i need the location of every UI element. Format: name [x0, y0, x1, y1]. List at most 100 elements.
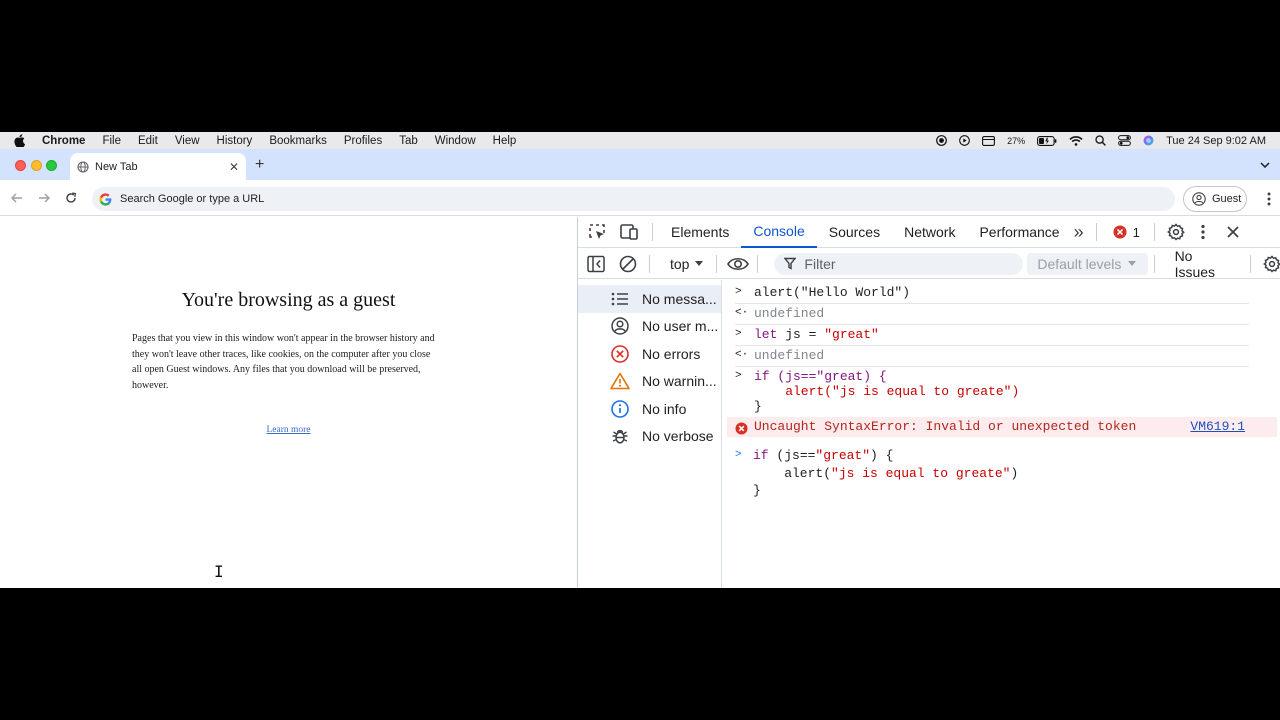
code-text: alert(	[753, 465, 832, 481]
reload-icon[interactable]	[63, 190, 79, 206]
menu-app-chrome[interactable]: Chrome	[42, 135, 85, 147]
sidebar-toggle-icon[interactable]	[587, 255, 605, 273]
prompt-chevron-icon: >	[735, 449, 742, 461]
sidebar-item-verbose[interactable]: No verbose	[578, 423, 721, 451]
sidebar-item-label: No errors	[642, 345, 701, 362]
google-icon	[99, 192, 112, 206]
console-settings-gear-icon[interactable]	[1263, 254, 1280, 273]
menu-bar: Chrome File Edit View History Bookmarks …	[0, 132, 1280, 149]
tab-console[interactable]: Console	[741, 217, 817, 248]
menu-help[interactable]: Help	[493, 135, 517, 147]
menu-window[interactable]: Window	[435, 135, 476, 147]
input-chevron-icon: >	[735, 370, 742, 382]
console-entry: > let js = "great"	[735, 325, 1249, 346]
guest-description: Pages that you view in this window won't…	[132, 333, 435, 391]
devtools-menu-icon[interactable]	[1201, 224, 1205, 240]
omnibox-input[interactable]	[120, 193, 1020, 205]
page-title: You're browsing as a guest	[181, 289, 396, 311]
battery-icon[interactable]	[1037, 135, 1057, 146]
guest-page: You're browsing as a guest Pages that yo…	[0, 217, 577, 588]
code-line: alert("js is equal to greate")	[754, 384, 1020, 399]
battery-percent: 27%	[1007, 135, 1026, 146]
settings-gear-icon[interactable]	[1166, 223, 1185, 241]
window-zoom-button[interactable]	[46, 160, 57, 171]
clear-console-icon[interactable]	[619, 255, 637, 273]
menu-edit[interactable]: Edit	[138, 135, 158, 147]
window-close-button[interactable]	[15, 160, 26, 171]
console-prompt[interactable]: > if (js=="great") { alert("js is equal …	[735, 445, 1280, 500]
dropdown-triangle-icon	[1128, 261, 1137, 266]
error-count-badge[interactable]: 1	[1113, 225, 1140, 240]
new-tab-button[interactable]: +	[255, 156, 264, 174]
sidebar-item-messages[interactable]: No messa...	[578, 285, 721, 313]
input-chevron-icon: >	[735, 328, 742, 340]
menu-file[interactable]: File	[102, 135, 121, 147]
back-arrow-icon[interactable]	[9, 190, 25, 206]
sidebar-item-user-messages[interactable]: No user m...	[578, 313, 721, 341]
menu-tab[interactable]: Tab	[399, 135, 418, 147]
sidebar-item-label: No verbose	[642, 428, 714, 445]
error-message: Uncaught SyntaxError: Invalid or unexpec…	[754, 419, 1137, 434]
console-result-value: undefined	[754, 306, 825, 321]
filter-placeholder: Filter	[804, 255, 836, 272]
sidebar-item-info[interactable]: No info	[578, 395, 721, 423]
browser-toolbar: Guest	[0, 180, 1280, 216]
window-minimize-button[interactable]	[31, 160, 42, 171]
live-expression-eye-icon[interactable]	[727, 256, 750, 272]
issues-button[interactable]: No Issues	[1175, 248, 1236, 280]
more-tabs-chevron-icon[interactable]: »	[1074, 222, 1084, 243]
profile-avatar-icon	[1192, 192, 1206, 206]
result-arrow-icon: <·	[735, 349, 749, 361]
error-icon	[1113, 225, 1127, 239]
clock[interactable]: Tue 24 Sep 9:02 AM	[1166, 135, 1266, 147]
display-icon[interactable]	[982, 135, 996, 146]
menu-history[interactable]: History	[217, 135, 253, 147]
menu-view[interactable]: View	[175, 135, 200, 147]
dropdown-triangle-icon	[695, 261, 704, 266]
siri-icon[interactable]	[1143, 135, 1154, 146]
close-devtools-icon[interactable]	[1227, 226, 1239, 238]
tab-new-tab[interactable]: New Tab ✕	[70, 153, 246, 180]
log-levels-dropdown[interactable]: Default levels	[1027, 252, 1148, 275]
context-selector[interactable]: top	[670, 256, 704, 272]
apple-icon[interactable]	[14, 134, 28, 147]
code-text: (js==	[768, 448, 816, 463]
console-output[interactable]: > alert("Hello World") <· undefined > le…	[723, 280, 1280, 588]
spotlight-icon[interactable]	[1095, 135, 1107, 146]
menu-bookmarks[interactable]: Bookmarks	[269, 135, 327, 147]
tab-sources[interactable]: Sources	[817, 217, 892, 248]
chrome-menu-icon[interactable]	[1267, 192, 1271, 206]
omnibox[interactable]	[92, 187, 1175, 211]
input-chevron-icon: >	[735, 286, 742, 298]
filter-input[interactable]: Filter	[774, 252, 1024, 275]
divider	[1250, 254, 1251, 273]
inspect-element-icon[interactable]	[588, 223, 606, 241]
console-result: <· undefined	[735, 346, 1249, 367]
menu-profiles[interactable]: Profiles	[344, 135, 382, 147]
forward-arrow-icon[interactable]	[36, 190, 52, 206]
tab-performance[interactable]: Performance	[967, 217, 1071, 248]
record-icon[interactable]	[936, 135, 947, 146]
close-tab-icon[interactable]: ✕	[229, 160, 239, 174]
play-icon[interactable]	[959, 135, 970, 146]
tab-strip: New Tab ✕ +	[0, 149, 1280, 180]
code-string: "js is equal to greate"	[831, 465, 1011, 481]
learn-more-link[interactable]: Learn more	[0, 425, 577, 435]
profile-guest-button[interactable]: Guest	[1183, 186, 1247, 212]
wifi-icon[interactable]	[1069, 135, 1083, 146]
code-text: }	[753, 483, 761, 498]
tab-title: New Tab	[95, 160, 138, 173]
error-icon	[610, 344, 630, 364]
tab-network[interactable]: Network	[892, 217, 967, 248]
code-line: if (js=="great) {	[754, 369, 887, 384]
sidebar-item-warnings[interactable]: No warnin...	[578, 368, 721, 396]
divider	[1153, 254, 1155, 273]
tab-elements[interactable]: Elements	[659, 217, 741, 248]
console-result: <· undefined	[735, 304, 1249, 325]
device-toolbar-icon[interactable]	[620, 224, 638, 240]
tab-search-chevron-icon[interactable]	[1258, 158, 1272, 172]
error-source-link[interactable]: VM619:1	[1190, 419, 1245, 434]
control-center-icon[interactable]	[1118, 135, 1132, 146]
sidebar-item-errors[interactable]: No errors	[578, 340, 721, 368]
divider	[1153, 223, 1155, 241]
